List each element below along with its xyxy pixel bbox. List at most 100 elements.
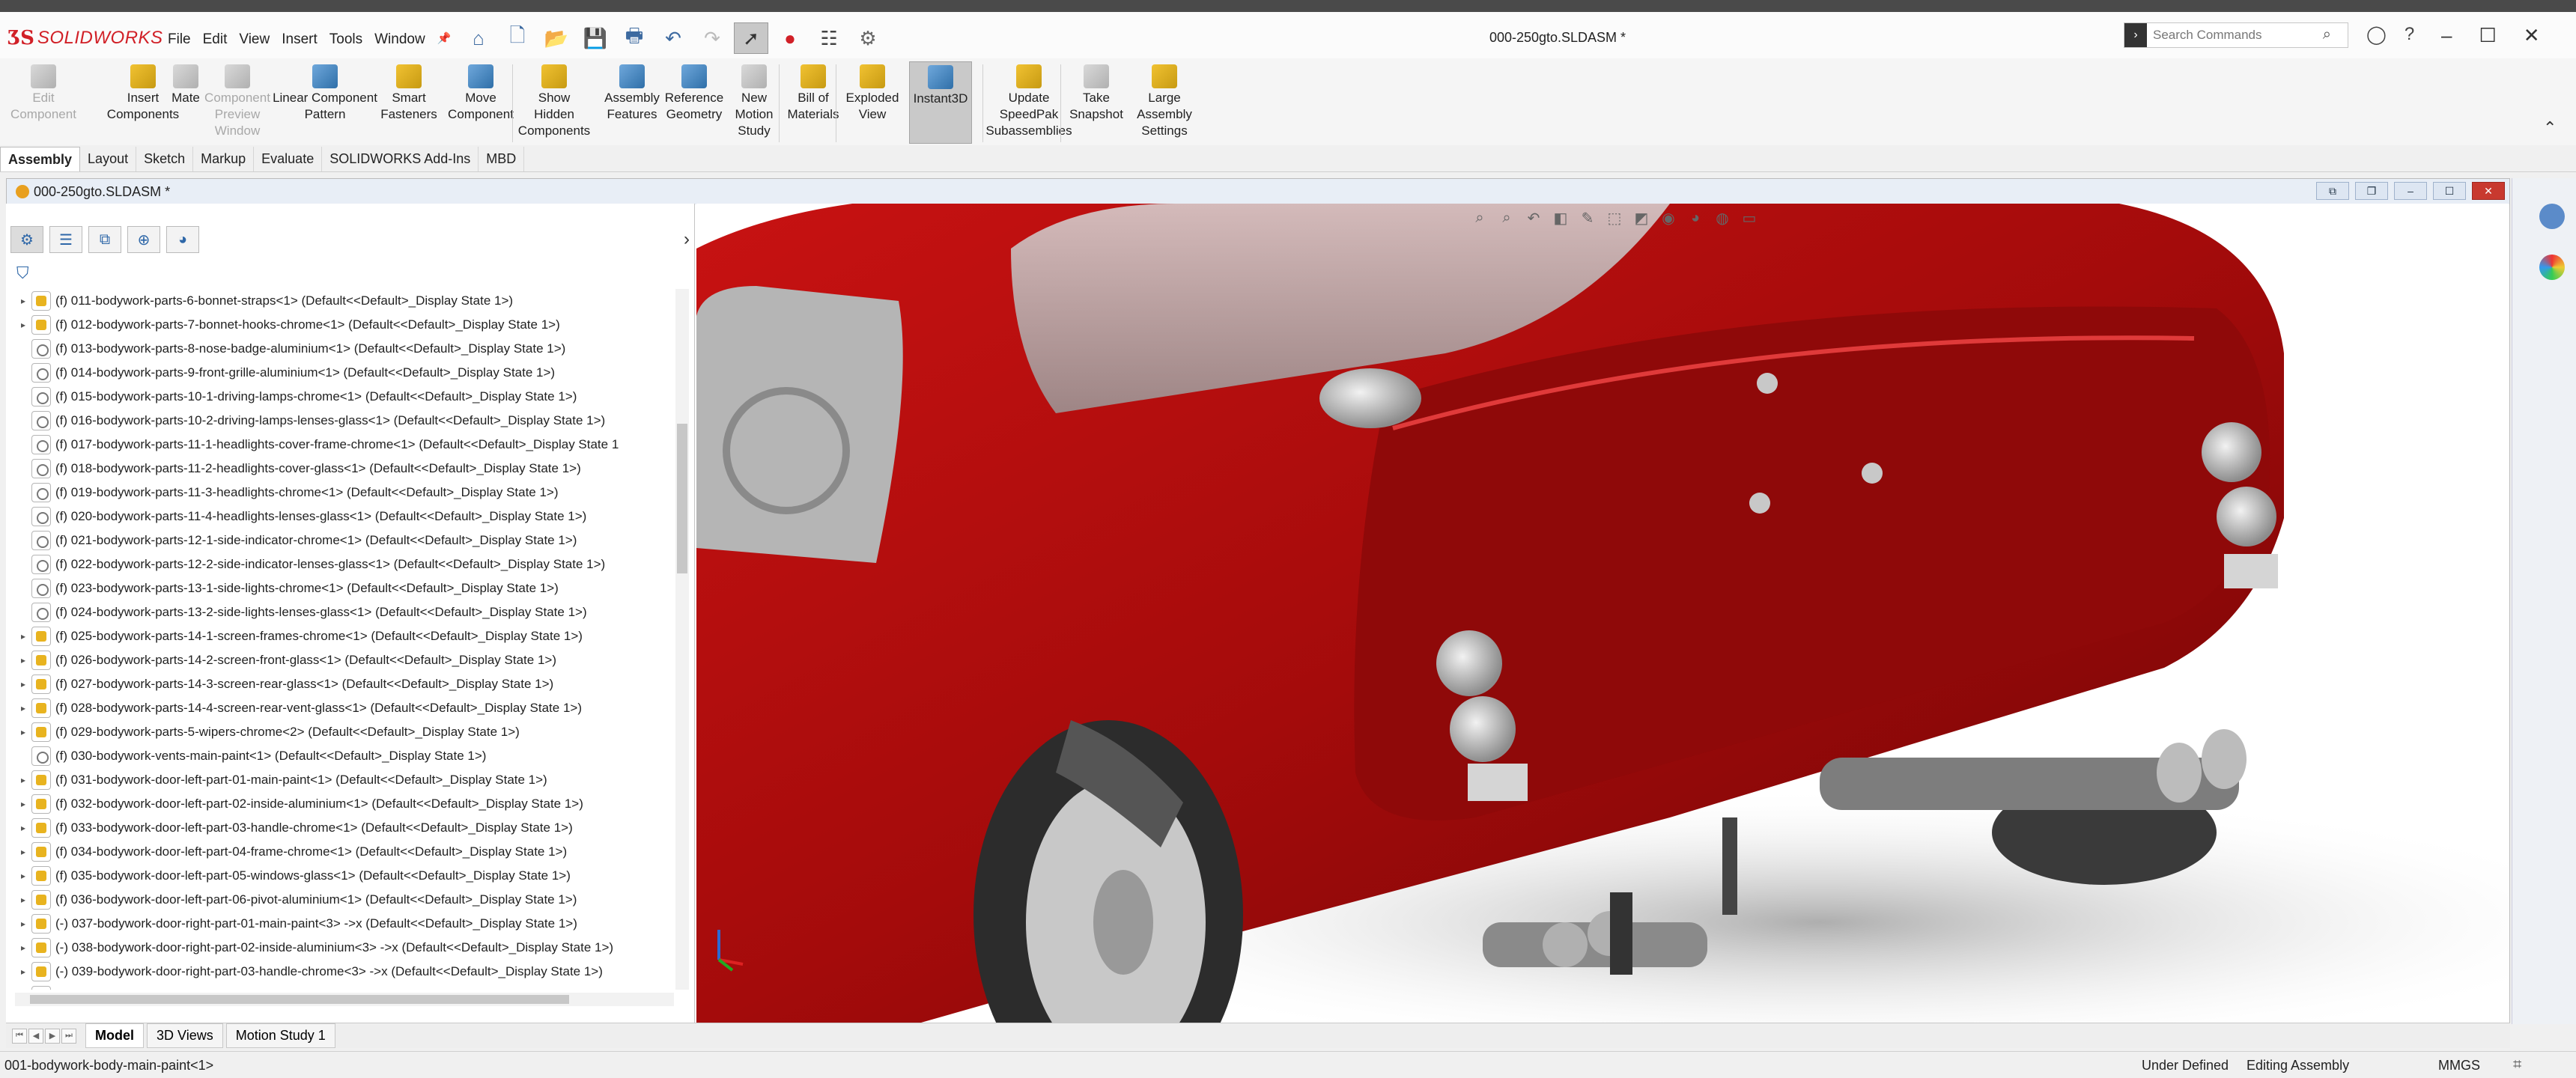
bill-of-materials-button[interactable]: Bill of Materials bbox=[785, 61, 842, 144]
expand-arrow-icon[interactable]: ▸ bbox=[15, 775, 31, 785]
tree-item[interactable]: (f) 018-bodywork-parts-11-2-headlights-c… bbox=[15, 457, 674, 481]
open-icon[interactable]: 📂 bbox=[539, 22, 574, 54]
update-speedpak-subassemblies-button[interactable]: Update SpeedPak Subassemblies bbox=[985, 61, 1072, 144]
tree-item[interactable]: ▸ (f) 033-bodywork-door-left-part-03-hand… bbox=[15, 816, 674, 840]
tree-item[interactable]: ▸ (f) 034-bodywork-door-left-part-04-fram… bbox=[15, 840, 674, 864]
minimize-icon[interactable]: – bbox=[2441, 24, 2452, 47]
close-icon[interactable]: ✕ bbox=[2524, 24, 2540, 47]
tail-light[interactable] bbox=[1436, 630, 1502, 696]
expand-arrow-icon[interactable]: ▸ bbox=[15, 727, 31, 737]
first-tab-icon[interactable]: ⏮ bbox=[12, 1028, 27, 1044]
tree-item[interactable]: ▸ (f) 035-bodywork-door-left-part-05-wind… bbox=[15, 864, 674, 888]
tree-item[interactable]: ▸(-) 040-bodywork-door-right-part-04-fra… bbox=[15, 984, 674, 990]
expand-arrow-icon[interactable]: ▸ bbox=[15, 703, 31, 713]
expand-panel-chevron-icon[interactable]: › bbox=[684, 229, 690, 250]
assembly-features-button[interactable]: Assembly Features bbox=[602, 61, 662, 144]
pin-menu-icon[interactable]: 📌 bbox=[431, 28, 458, 51]
mate-button[interactable]: Mate bbox=[166, 61, 205, 144]
collapse-ribbon-icon[interactable]: ⌃ bbox=[2543, 118, 2557, 138]
tree-item[interactable]: ▸ (f) 036-bodywork-door-left-part-06-pivo… bbox=[15, 888, 674, 912]
take-snapshot-button[interactable]: Take Snapshot bbox=[1066, 61, 1126, 144]
cascade-icon[interactable]: ❐ bbox=[2355, 182, 2388, 200]
show-hidden-components-button[interactable]: Show Hidden Components bbox=[517, 61, 592, 144]
tree-item[interactable]: ▸ (f) 029-bodywork-parts-5-wipers-chrome<… bbox=[15, 720, 674, 744]
user-account-icon[interactable]: ◯ bbox=[2366, 24, 2387, 46]
linear-component-pattern-button[interactable]: Linear Component Pattern bbox=[273, 61, 377, 144]
view-settings-icon[interactable]: ▭ bbox=[1737, 207, 1761, 229]
tree-item[interactable]: (f) 017-bodywork-parts-11-1-headlights-c… bbox=[15, 433, 674, 457]
menu-window[interactable]: Window bbox=[368, 28, 431, 51]
home-icon[interactable]: ⌂ bbox=[461, 22, 496, 54]
file-properties-icon[interactable]: ☷ bbox=[812, 22, 846, 54]
side-window[interactable] bbox=[696, 286, 903, 563]
edit-component-button[interactable]: Edit Component bbox=[7, 61, 79, 144]
configuration-manager-tab-icon[interactable]: ⧉ bbox=[88, 226, 121, 253]
solidworks-resources-icon[interactable] bbox=[2539, 204, 2565, 229]
zoom-to-fit-icon[interactable]: ⌕ bbox=[1468, 207, 1492, 229]
tree-item[interactable]: ▸ (f) 026-bodywork-parts-14-2-screen-fron… bbox=[15, 648, 674, 672]
zoom-to-area-icon[interactable]: ⌕ bbox=[1495, 207, 1519, 229]
menu-insert[interactable]: Insert bbox=[276, 28, 323, 51]
dimxpert-tab-icon[interactable]: ⊕ bbox=[127, 226, 160, 253]
section-view-icon[interactable]: ◧ bbox=[1549, 207, 1573, 229]
feature-tree-tab-icon[interactable]: ⚙ bbox=[10, 226, 43, 253]
graphics-viewport[interactable] bbox=[696, 204, 2509, 1023]
smart-fasteners-button[interactable]: Smart Fasteners bbox=[377, 61, 440, 144]
move-component-button[interactable]: Move Component bbox=[443, 61, 518, 144]
menu-file[interactable]: File bbox=[162, 28, 197, 51]
tab-markup[interactable]: Markup bbox=[193, 147, 255, 171]
tree-item[interactable]: (f) 016-bodywork-parts-10-2-driving-lamp… bbox=[15, 409, 674, 433]
apply-scene-icon[interactable]: ◍ bbox=[1710, 207, 1734, 229]
scrollbar-thumb[interactable] bbox=[677, 424, 687, 573]
options-gear-icon[interactable]: ⚙ bbox=[851, 22, 885, 54]
menu-edit[interactable]: Edit bbox=[197, 28, 234, 51]
view-orientation-icon[interactable]: ⬚ bbox=[1603, 207, 1626, 229]
tree-item[interactable]: ▸ (-) 037-bodywork-door-right-part-01-mai… bbox=[15, 912, 674, 936]
tail-light[interactable] bbox=[1450, 696, 1516, 762]
tree-item[interactable]: (f) 021-bodywork-parts-12-1-side-indicat… bbox=[15, 529, 674, 552]
bottom-tab-model[interactable]: Model bbox=[85, 1023, 144, 1048]
large-assembly-settings-button[interactable]: Large Assembly Settings bbox=[1129, 61, 1200, 144]
edit-appearance-icon[interactable]: ◕ bbox=[1683, 207, 1707, 229]
prev-tab-icon[interactable]: ◀ bbox=[28, 1028, 43, 1044]
tree-item[interactable]: (f) 019-bodywork-parts-11-3-headlights-c… bbox=[15, 481, 674, 505]
expand-arrow-icon[interactable]: ▸ bbox=[15, 655, 31, 666]
tree-item[interactable]: (f) 014-bodywork-parts-9-front-grille-al… bbox=[15, 361, 674, 385]
tab-evaluate[interactable]: Evaluate bbox=[254, 147, 323, 171]
component-preview-window-button[interactable]: Component Preview Window bbox=[204, 61, 271, 144]
tail-light[interactable] bbox=[2217, 487, 2276, 546]
appearances-scenes-icon[interactable] bbox=[2539, 255, 2565, 280]
expand-arrow-icon[interactable]: ▸ bbox=[15, 966, 31, 977]
tree-item[interactable]: (f) 024-bodywork-parts-13-2-side-lights-… bbox=[15, 600, 674, 624]
bottom-tab-3d-views[interactable]: 3D Views bbox=[147, 1023, 223, 1048]
search-mode-icon[interactable]: › bbox=[2124, 23, 2147, 47]
tab-solidworks-add-ins[interactable]: SOLIDWORKS Add-Ins bbox=[322, 147, 479, 171]
expand-arrow-icon[interactable]: ▸ bbox=[15, 799, 31, 809]
redo-icon[interactable]: ↷ bbox=[695, 22, 729, 54]
print-icon[interactable]: 🖶 bbox=[617, 22, 651, 54]
tree-item[interactable]: (f) 022-bodywork-parts-12-2-side-indicat… bbox=[15, 552, 674, 576]
filter-icon[interactable]: ⛉ bbox=[16, 264, 29, 283]
tree-item[interactable]: ▸ (f) 012-bodywork-parts-7-bonnet-hooks-c… bbox=[15, 313, 674, 337]
rebuild-status-icon[interactable]: ⌗ bbox=[2513, 1056, 2521, 1074]
select-pointer-icon[interactable]: ➚ bbox=[734, 22, 768, 54]
bottom-tab-motion-study-1[interactable]: Motion Study 1 bbox=[225, 1023, 335, 1048]
expand-arrow-icon[interactable]: ▸ bbox=[15, 847, 31, 857]
help-icon[interactable]: ? bbox=[2405, 24, 2414, 46]
status-units[interactable]: MMGS bbox=[2438, 1058, 2480, 1074]
new-document-icon[interactable]: 🗋 bbox=[500, 22, 535, 54]
tab-layout[interactable]: Layout bbox=[80, 147, 137, 171]
tree-item[interactable]: (f) 020-bodywork-parts-11-4-headlights-l… bbox=[15, 505, 674, 529]
previous-view-icon[interactable]: ↶ bbox=[1522, 207, 1546, 229]
property-manager-tab-icon[interactable]: ☰ bbox=[49, 226, 82, 253]
doc-restore-icon[interactable]: ☐ bbox=[2433, 182, 2466, 200]
tree-item[interactable]: ▸ (f) 025-bodywork-parts-14-1-screen-fram… bbox=[15, 624, 674, 648]
search-input[interactable]: Search Commands bbox=[2153, 28, 2262, 43]
tree-item[interactable]: ▸ (f) 027-bodywork-parts-14-3-screen-rear… bbox=[15, 672, 674, 696]
tab-mbd[interactable]: MBD bbox=[479, 147, 525, 171]
doc-close-icon[interactable]: ✕ bbox=[2472, 182, 2505, 200]
solidworks-logo[interactable]: ƷS SOLIDWORKS bbox=[7, 27, 163, 49]
expand-arrow-icon[interactable]: ▸ bbox=[15, 631, 31, 642]
tree-item[interactable]: ▸ (f) 032-bodywork-door-left-part-02-insi… bbox=[15, 792, 674, 816]
display-manager-tab-icon[interactable]: ◕ bbox=[166, 226, 199, 253]
